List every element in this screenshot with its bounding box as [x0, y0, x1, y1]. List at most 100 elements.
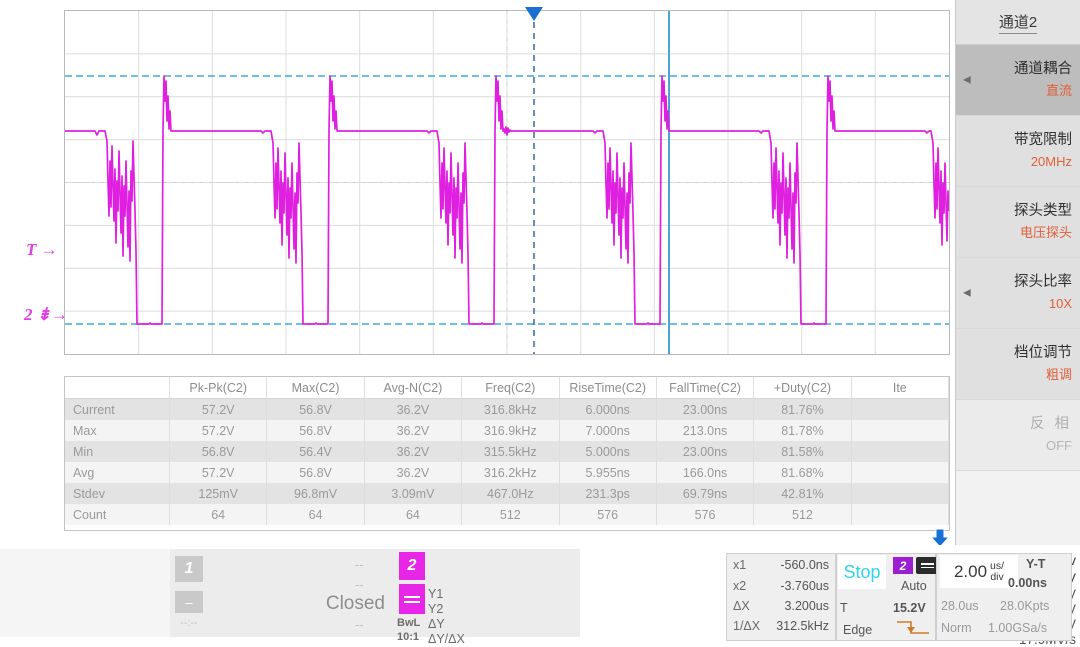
cell: 56.8V	[267, 462, 364, 483]
col-header-avgn[interactable]: Avg-N(C2)	[364, 377, 461, 399]
waveform-svg	[65, 11, 949, 354]
measurement-table[interactable]: Pk-Pk(C2) Max(C2) Avg-N(C2) Freq(C2) Ris…	[64, 376, 950, 531]
cursor-x1-label: x1	[733, 558, 746, 572]
cell: 576	[559, 504, 656, 525]
menu-item-label: 带宽限制	[1014, 130, 1072, 150]
cursor-invdx-label: 1/ΔX	[733, 619, 760, 633]
row-label-count: Count	[65, 504, 170, 525]
trigger-mode[interactable]: Auto	[901, 579, 927, 593]
cursor-x2-value: -3.760us	[780, 579, 829, 593]
trigger-coupling-icon[interactable]	[916, 557, 938, 574]
table-row[interactable]: Max 57.2V 56.8V 36.2V 316.9kHz 7.000ns 2…	[65, 420, 949, 441]
col-header-max[interactable]: Max(C2)	[267, 377, 364, 399]
col-header-duty[interactable]: +Duty(C2)	[754, 377, 851, 399]
cursor-y1-label: Y1	[428, 587, 443, 601]
menu-item-value: 粗调	[1046, 365, 1072, 385]
menu-item-probe-type[interactable]: 探头类型 电压探头	[956, 187, 1080, 258]
run-stop-indicator[interactable]: Stop	[838, 555, 886, 589]
cursor-dx-label: ΔX	[733, 599, 750, 613]
menu-item-value: 电压探头	[1020, 223, 1072, 243]
cell: 96.8mV	[267, 483, 364, 504]
cell: 213.0ns	[656, 420, 753, 441]
channel2-badge[interactable]: 2	[399, 552, 425, 580]
cell: 316.8kHz	[462, 399, 559, 421]
cell: 316.2kHz	[462, 462, 559, 483]
col-header-ite[interactable]: Ite	[851, 377, 948, 399]
chevron-left-icon: ◀	[963, 75, 971, 86]
menu-item-probe-ratio[interactable]: ◀ 探头比率 10X	[956, 258, 1080, 329]
table-row[interactable]: Avg 57.2V 56.8V 36.2V 316.2kHz 5.955ns 1…	[65, 462, 949, 483]
menu-item-bandwidth-limit[interactable]: 带宽限制 20MHz	[956, 116, 1080, 187]
cell: 56.4V	[267, 441, 364, 462]
cell: 7.000ns	[559, 420, 656, 441]
menu-item-value: 20MHz	[1031, 152, 1072, 172]
channel2-coupling-icon[interactable]	[399, 584, 425, 614]
menu-item-invert[interactable]: 反 相 OFF	[956, 400, 1080, 471]
sample-rate: 1.00GSa/s	[988, 621, 1047, 635]
timebase-unit-top: us/	[990, 561, 1004, 572]
cell: 166.0ns	[656, 462, 753, 483]
table-row[interactable]: Count 64 64 64 512 576 576 512	[65, 504, 949, 525]
row-label-max: Max	[65, 420, 170, 441]
falling-edge-icon[interactable]	[895, 619, 931, 637]
cell: 57.2V	[170, 462, 267, 483]
cursor-y2-label: Y2	[428, 602, 443, 616]
cell: 23.00ns	[656, 399, 753, 421]
trigger-position-marker-icon[interactable]	[524, 6, 544, 22]
row-label-current: Current	[65, 399, 170, 421]
menu-item-value: 直流	[1046, 81, 1072, 101]
trigger-level-marker[interactable]: T →	[26, 240, 58, 260]
cell: 5.000ns	[559, 441, 656, 462]
table-row[interactable]: Min 56.8V 56.4V 36.2V 315.5kHz 5.000ns 2…	[65, 441, 949, 462]
waveform-plot[interactable]	[64, 10, 950, 355]
trigger-level-label: T	[840, 601, 848, 615]
col-header-risetime[interactable]: RiseTime(C2)	[559, 377, 656, 399]
table-header-row: Pk-Pk(C2) Max(C2) Avg-N(C2) Freq(C2) Ris…	[65, 377, 949, 399]
cell: 56.8V	[170, 441, 267, 462]
menu-item-label: 档位调节	[1014, 343, 1072, 363]
cell	[851, 420, 948, 441]
cell: 23.00ns	[656, 441, 753, 462]
channel1-volts-per-div: --	[355, 557, 364, 572]
trigger-level-value[interactable]: 15.2V	[893, 601, 926, 615]
cell: 5.955ns	[559, 462, 656, 483]
row-label-avg: Avg	[65, 462, 170, 483]
cell	[851, 504, 948, 525]
display-mode[interactable]: Y-T	[1026, 557, 1045, 571]
cursor-x-panel[interactable]: x1 -560.0ns x2 -3.760us ΔX 3.200us 1/ΔX …	[726, 553, 836, 641]
cell: 42.81%	[754, 483, 851, 504]
timebase-scale-value: 2.00	[954, 562, 987, 582]
cursor-invdx-value: 312.5kHz	[776, 619, 829, 633]
channel1-offset: --	[355, 577, 364, 592]
table-row[interactable]: Current 57.2V 56.8V 36.2V 316.8kHz 6.000…	[65, 399, 949, 421]
cursor-slope-label: ΔY/ΔX	[428, 632, 465, 646]
cell: 512	[754, 504, 851, 525]
cell: 57.2V	[170, 399, 267, 421]
channel1-coupling-badge[interactable]: –	[175, 591, 203, 613]
trigger-source-badge[interactable]: 2	[893, 557, 913, 574]
menu-item-channel-coupling[interactable]: ◀ 通道耦合 直流	[956, 45, 1080, 116]
channel-settings-menu[interactable]: 通道2 ◀ 通道耦合 直流 带宽限制 20MHz 探头类型 电压探头 ◀ 探头比…	[955, 0, 1080, 545]
timebase-window: 28.0us	[941, 599, 979, 613]
channel1-extra: --	[355, 617, 364, 632]
cell: 231.3ps	[559, 483, 656, 504]
channel2-bwl-label: BwL	[397, 617, 420, 629]
timebase-scale-box[interactable]: 2.00 us/ div	[940, 555, 1018, 588]
coupling-bar-bottom	[404, 601, 420, 603]
cell: 56.8V	[267, 399, 364, 421]
menu-item-scale-adjust[interactable]: 档位调节 粗调	[956, 329, 1080, 400]
cell: 81.78%	[754, 420, 851, 441]
oscilloscope-screen: T → 2 ⇟→	[0, 0, 1080, 647]
cell	[851, 462, 948, 483]
trigger-type[interactable]: Edge	[843, 623, 872, 637]
col-header-freq[interactable]: Freq(C2)	[462, 377, 559, 399]
waveform-area[interactable]: T → 2 ⇟→	[0, 0, 955, 545]
col-header-falltime[interactable]: FallTime(C2)	[656, 377, 753, 399]
channel1-badge[interactable]: 1	[175, 556, 203, 582]
channel2-probe-ratio-label: 10:1	[397, 631, 419, 643]
channel2-ground-marker[interactable]: 2 ⇟→	[24, 305, 68, 325]
table-row[interactable]: Stdev 125mV 96.8mV 3.09mV 467.0Hz 231.3p…	[65, 483, 949, 504]
timebase-delay[interactable]: 0.00ns	[1008, 576, 1047, 590]
acquisition-mode[interactable]: Norm	[941, 621, 972, 635]
col-header-pkpk[interactable]: Pk-Pk(C2)	[170, 377, 267, 399]
